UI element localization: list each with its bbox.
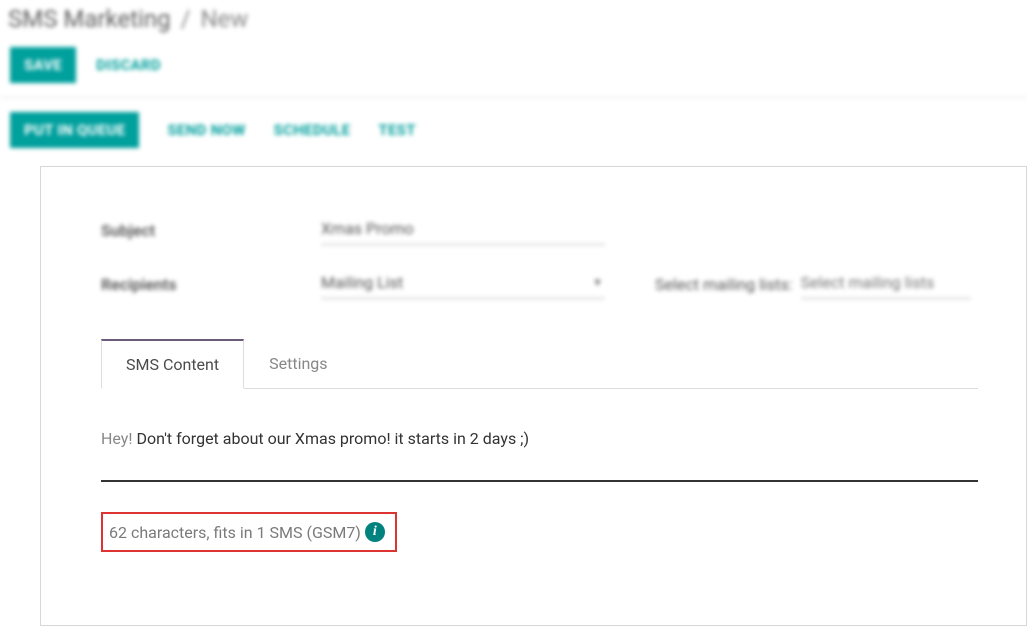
schedule-button[interactable]: Schedule (274, 121, 351, 139)
form-card: Subject Recipients Mailing List ▼ Select… (40, 166, 1027, 626)
select-mailing-lists-wrap: Select mailing lists: (655, 269, 971, 299)
send-now-button[interactable]: Send Now (167, 121, 245, 139)
sms-body-input[interactable]: Hey! Don't forget about our Xmas promo! … (101, 429, 978, 482)
discard-button[interactable]: Discard (96, 56, 161, 74)
recipients-value: Mailing List (321, 273, 403, 292)
workflow-actions: Put in Queue Send Now Schedule Test (0, 98, 1027, 158)
char-count-text: 62 characters, fits in 1 SMS (GSM7) (109, 523, 361, 542)
recipients-row: Recipients Mailing List ▼ Select mailing… (101, 269, 978, 299)
tab-sms-content[interactable]: SMS Content (101, 339, 244, 389)
chevron-down-icon: ▼ (592, 276, 603, 289)
select-mailing-lists-label: Select mailing lists: (655, 275, 793, 294)
breadcrumb-root[interactable]: SMS Marketing (8, 5, 171, 33)
put-in-queue-button[interactable]: Put in Queue (10, 112, 139, 148)
form-actions: Save Discard (0, 43, 1027, 98)
subject-input[interactable] (321, 215, 605, 245)
test-button[interactable]: Test (378, 121, 415, 139)
tab-settings[interactable]: Settings (244, 339, 352, 388)
breadcrumb: SMS Marketing / New (0, 0, 1027, 43)
recipients-label: Recipients (101, 275, 321, 294)
breadcrumb-sep: / (181, 5, 191, 33)
tabs: SMS Content Settings (101, 339, 978, 389)
info-icon[interactable]: i (365, 522, 385, 542)
save-button[interactable]: Save (10, 47, 76, 83)
breadcrumb-current: New (200, 5, 248, 33)
subject-label: Subject (101, 221, 321, 240)
char-count: 62 characters, fits in 1 SMS (GSM7) i (101, 512, 397, 552)
recipients-select[interactable]: Mailing List ▼ (321, 269, 605, 299)
sms-rest: Don't forget about our Xmas promo! it st… (133, 429, 530, 448)
sms-hey: Hey! (101, 429, 133, 448)
subject-row: Subject (101, 215, 978, 245)
mailing-lists-input[interactable] (801, 269, 971, 299)
